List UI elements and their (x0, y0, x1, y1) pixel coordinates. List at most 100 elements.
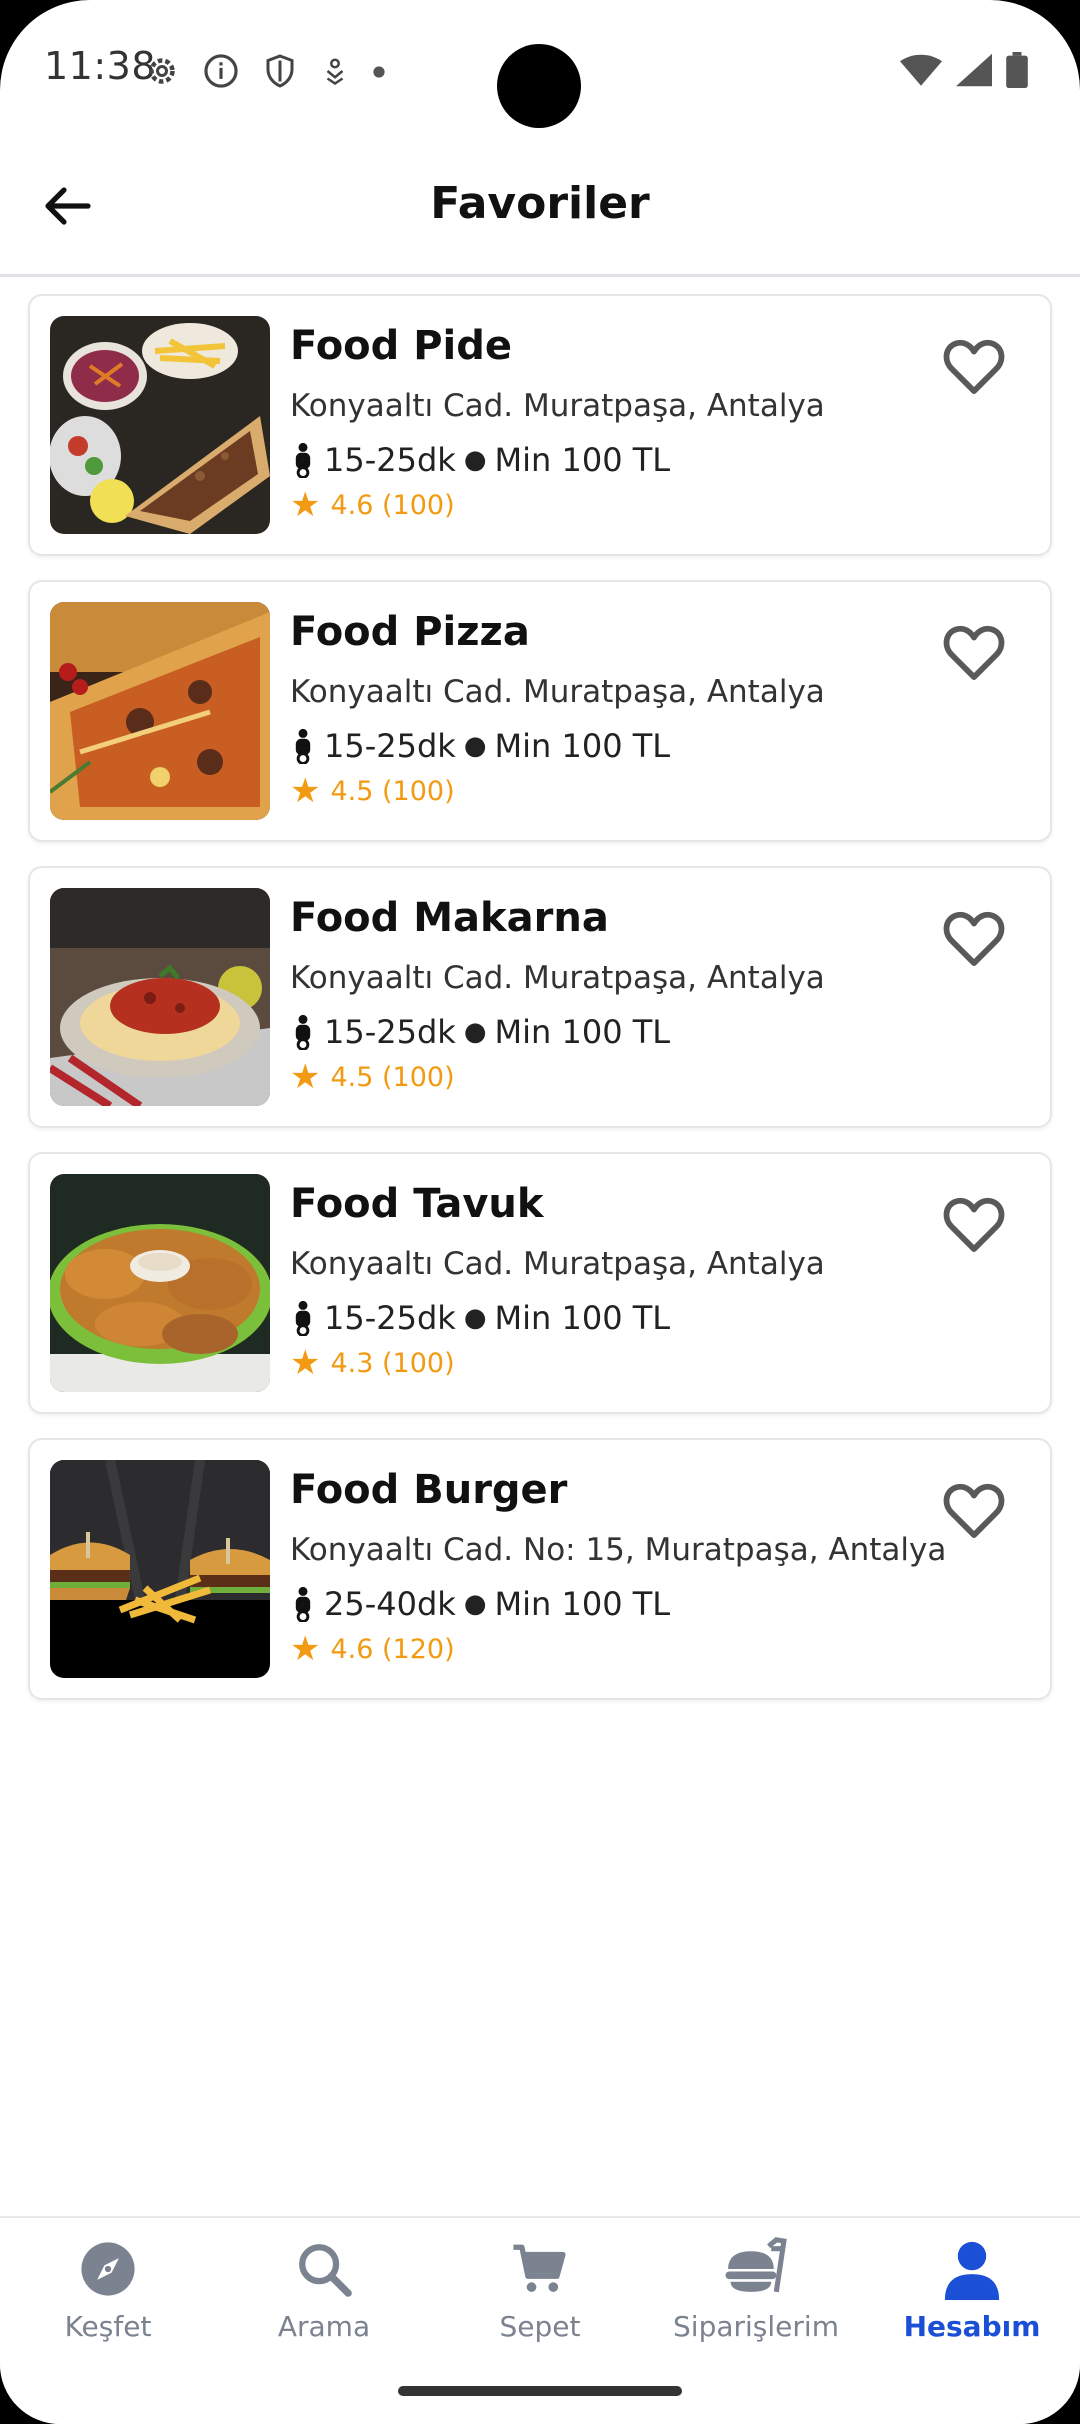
restaurant-info: Food Pizza Konyaaltı Cad. Muratpaşa, Ant… (290, 606, 930, 808)
home-indicator[interactable] (398, 2386, 682, 2396)
favorite-button[interactable] (938, 904, 1010, 976)
delivery-meta: 15-25dk ● Min 100 TL (290, 440, 930, 480)
restaurant-image (50, 316, 270, 534)
min-order: Min 100 TL (494, 727, 671, 765)
heart-outline-icon (942, 337, 1006, 399)
delivery-time: 15-25dk (324, 441, 456, 479)
delivery-time: 15-25dk (324, 1299, 456, 1337)
rating: ★ 4.6 (100) (290, 488, 930, 522)
rating: ★ 4.5 (100) (290, 774, 930, 808)
rating: ★ 4.5 (100) (290, 1060, 930, 1094)
min-order: Min 100 TL (494, 441, 671, 479)
scooter-icon (290, 1300, 316, 1336)
nav-label: Arama (277, 2310, 371, 2343)
favorite-button[interactable] (938, 1190, 1010, 1262)
star-icon: ★ (290, 1057, 321, 1097)
scooter-icon (290, 1014, 316, 1050)
person-icon (941, 2238, 1003, 2304)
separator-dot: ● (463, 731, 487, 761)
rating-value: 4.6 (100) (330, 489, 455, 521)
scooter-icon (290, 442, 316, 478)
restaurant-card[interactable]: Food Burger Konyaaltı Cad. No: 15, Murat… (28, 1438, 1052, 1700)
separator-dot: ● (463, 1017, 487, 1047)
restaurant-card[interactable]: Food Makarna Konyaaltı Cad. Muratpaşa, A… (28, 866, 1052, 1128)
restaurant-name: Food Tavuk (290, 1181, 544, 1227)
restaurant-image (50, 602, 270, 820)
gear-icon (144, 53, 180, 93)
status-time: 11:38 (44, 44, 157, 88)
restaurant-info: Food Pide Konyaaltı Cad. Muratpaşa, Anta… (290, 320, 930, 522)
nav-item-hesabim[interactable]: Hesabım (864, 2238, 1080, 2343)
rating: ★ 4.3 (100) (290, 1346, 930, 1380)
scooter-icon (290, 728, 316, 764)
restaurant-card[interactable]: Food Pizza Konyaaltı Cad. Muratpaşa, Ant… (28, 580, 1052, 842)
info-icon (202, 52, 240, 94)
delivery-meta: 15-25dk ● Min 100 TL (290, 1298, 930, 1338)
restaurant-info: Food Burger Konyaaltı Cad. No: 15, Murat… (290, 1464, 947, 1666)
scooter-icon (290, 1586, 316, 1622)
star-icon: ★ (290, 1343, 321, 1383)
restaurant-info: Food Makarna Konyaaltı Cad. Muratpaşa, A… (290, 892, 930, 1094)
cart-icon (510, 2240, 570, 2302)
front-camera (497, 44, 581, 128)
restaurant-name: Food Makarna (290, 895, 609, 941)
min-order: Min 100 TL (494, 1299, 671, 1337)
restaurant-image (50, 1174, 270, 1392)
battery-icon (1006, 52, 1028, 92)
restaurant-image (50, 888, 270, 1106)
heart-outline-icon (942, 1195, 1006, 1257)
nav-item-sepet[interactable]: Sepet (432, 2238, 648, 2343)
food-tray-icon (723, 2237, 789, 2305)
separator-dot: ● (463, 1303, 487, 1333)
search-icon (295, 2240, 353, 2302)
favorites-list: Food Pide Konyaaltı Cad. Muratpaşa, Anta… (28, 294, 1052, 1724)
rating: ★ 4.6 (120) (290, 1632, 930, 1666)
restaurant-image (50, 1460, 270, 1678)
delivery-meta: 15-25dk ● Min 100 TL (290, 1012, 930, 1052)
nav-label: Keşfet (64, 2310, 152, 2343)
restaurant-name: Food Pizza (290, 609, 530, 655)
restaurant-info: Food Tavuk Konyaaltı Cad. Muratpaşa, Ant… (290, 1178, 930, 1380)
nav-label: Siparişlerim (673, 2310, 839, 2343)
shield-icon (262, 52, 298, 94)
nav-label: Sepet (499, 2310, 581, 2343)
heart-outline-icon (942, 1481, 1006, 1543)
nav-item-kesfet[interactable]: Keşfet (0, 2238, 216, 2343)
status-icons-right (900, 52, 1028, 92)
download-icon (320, 54, 350, 92)
app-header: Favoriler (0, 140, 1080, 277)
restaurant-name: Food Burger (290, 1467, 568, 1513)
restaurant-card[interactable]: Food Tavuk Konyaaltı Cad. Muratpaşa, Ant… (28, 1152, 1052, 1414)
delivery-meta: 25-40dk ● Min 100 TL (290, 1584, 930, 1624)
star-icon: ★ (290, 771, 321, 811)
min-order: Min 100 TL (494, 1585, 671, 1623)
rating-value: 4.5 (100) (330, 775, 455, 807)
favorite-button[interactable] (938, 618, 1010, 690)
compass-icon (79, 2240, 137, 2302)
favorite-button[interactable] (938, 332, 1010, 404)
restaurant-address: Konyaaltı Cad. No: 15, Muratpaşa, Antaly… (290, 1532, 947, 1568)
star-icon: ★ (290, 485, 321, 525)
delivery-meta: 15-25dk ● Min 100 TL (290, 726, 930, 766)
status-icons-left (144, 52, 386, 94)
restaurant-address: Konyaaltı Cad. Muratpaşa, Antalya (290, 960, 825, 996)
nav-item-arama[interactable]: Arama (216, 2238, 432, 2343)
page-title: Favoriler (430, 178, 650, 229)
wifi-icon (900, 53, 942, 91)
rating-value: 4.6 (120) (330, 1633, 455, 1665)
star-icon: ★ (290, 1629, 321, 1669)
nav-label: Hesabım (903, 2310, 1041, 2343)
restaurant-card[interactable]: Food Pide Konyaaltı Cad. Muratpaşa, Anta… (28, 294, 1052, 556)
dot-icon (372, 64, 386, 83)
rating-value: 4.3 (100) (330, 1347, 455, 1379)
rating-value: 4.5 (100) (330, 1061, 455, 1093)
restaurant-address: Konyaaltı Cad. Muratpaşa, Antalya (290, 674, 825, 710)
status-bar: 11:38 (0, 0, 1080, 140)
nav-item-siparislerim[interactable]: Siparişlerim (648, 2237, 864, 2343)
heart-outline-icon (942, 909, 1006, 971)
separator-dot: ● (463, 1589, 487, 1619)
heart-outline-icon (942, 623, 1006, 685)
separator-dot: ● (463, 445, 487, 475)
min-order: Min 100 TL (494, 1013, 671, 1051)
favorite-button[interactable] (938, 1476, 1010, 1548)
